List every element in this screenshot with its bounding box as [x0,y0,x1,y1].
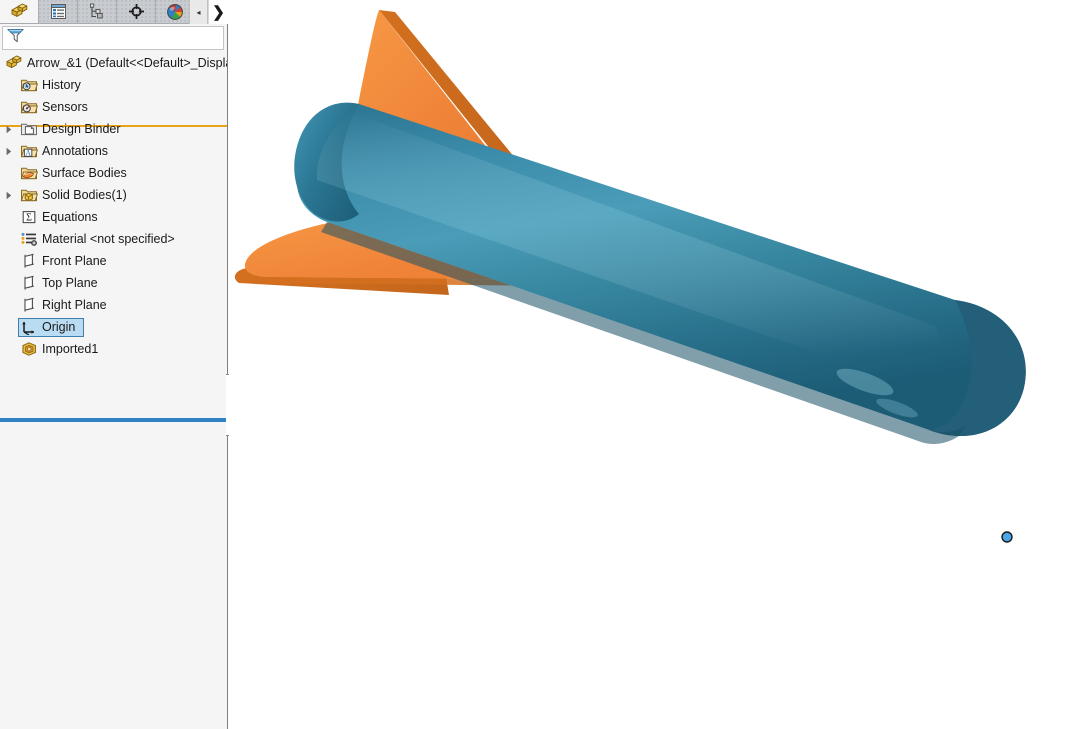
tree-item-history[interactable]: History [0,74,227,96]
plane-icon [19,253,39,269]
tree-item-label: Equations [42,210,98,224]
tree-item-label: Origin [42,320,76,334]
tree-item-equations[interactable]: Σ Equations [0,206,227,228]
yellow-blocks-icon [10,3,29,20]
tree-item-right-plane[interactable]: Right Plane [0,294,227,316]
tree-item-label: Right Plane [42,298,107,312]
material-icon [19,231,39,247]
tab-configuration-manager[interactable] [78,0,117,23]
crosshair-target-icon [128,3,145,20]
tree-item-origin[interactable]: Origin [0,316,227,338]
tree-item-material-not-specified[interactable]: Material <not specified> [0,228,227,250]
tree-item-content: Design Binder [18,120,126,139]
feature-manager-panel: ◂ ❯ Arrow_&1 (Default<<Default>_Displa H… [0,0,238,729]
tree-item-label: Material <not specified> [42,232,175,246]
graphics-viewport[interactable] [229,0,1078,729]
tree-item-label: Surface Bodies [42,166,127,180]
tree-item-label: Sensors [42,100,88,114]
tree-item-content: Sensors [18,98,93,117]
tree-root-label: Arrow_&1 (Default<<Default>_Displa [27,56,227,70]
tree-item-solid-bodies-1[interactable]: Solid Bodies(1) [0,184,227,206]
tree-item-content: Right Plane [18,296,112,315]
feature-tree: Arrow_&1 (Default<<Default>_Displa Histo… [0,52,227,422]
tree-item-content: Material <not specified> [18,230,180,249]
tree-item-content: History [18,76,86,95]
svg-text:Σ: Σ [26,212,32,223]
tree-item-imported1[interactable]: Imported1 [0,338,227,360]
tab-scroll-next-button[interactable]: ❯ [208,0,228,24]
solid-bodies-icon [19,187,39,203]
tree-item-label: History [42,78,81,92]
rollback-bar[interactable] [0,418,227,422]
history-folder-icon [19,77,39,93]
tree-filter-bar[interactable] [2,26,224,50]
rocket-arrow-3d-model [234,10,1026,543]
tree-rows-container: History Sensors Design Binder A Annotations S… [0,74,227,360]
svg-text:A: A [25,148,31,157]
plane-icon [19,297,39,313]
design-binder-icon [19,121,39,137]
tree-item-content: Solid Bodies(1) [18,186,132,205]
tree-item-content: Front Plane [18,252,112,271]
tree-item-front-plane[interactable]: Front Plane [0,250,227,272]
configuration-tree-icon [89,3,106,20]
origin-point-marker[interactable] [1001,531,1013,543]
tree-item-content: Top Plane [18,274,103,293]
tree-item-content: Imported1 [18,340,103,359]
expand-arrow-icon[interactable] [0,125,18,134]
tree-item-label: Top Plane [42,276,98,290]
tab-feature-manager[interactable] [0,0,39,23]
property-list-icon [50,3,67,20]
tab-scroll-controls: ◂ ❯ [189,0,228,24]
tree-item-content: Σ Equations [18,208,103,227]
annotations-folder-icon: A [19,143,39,159]
tree-item-label: Front Plane [42,254,107,268]
expand-arrow-icon[interactable] [0,191,18,200]
funnel-filter-icon [6,26,25,50]
tree-item-top-plane[interactable]: Top Plane [0,272,227,294]
sensors-folder-icon [19,99,39,115]
color-sphere-icon [166,3,184,21]
tree-item-surface-bodies[interactable]: Surface Bodies [0,162,227,184]
solidworks-window: ◂ ❯ Arrow_&1 (Default<<Default>_Displa H… [0,0,1078,729]
tree-item-content: A Annotations [18,142,113,161]
tree-item-content: Surface Bodies [18,164,132,183]
equations-icon: Σ [19,209,39,225]
expand-arrow-icon[interactable] [0,147,18,156]
origin-axes-icon [19,319,39,335]
tree-item-label: Solid Bodies(1) [42,188,127,202]
tree-item-content: Origin [18,317,85,337]
yellow-blocks-icon [4,55,24,71]
imported-body-icon [19,341,39,357]
tree-root-item[interactable]: Arrow_&1 (Default<<Default>_Displa [0,52,227,74]
tree-item-annotations[interactable]: A Annotations [0,140,227,162]
tab-property-manager[interactable] [39,0,78,23]
tree-item-design-binder[interactable]: Design Binder [0,118,227,140]
plane-icon [19,275,39,291]
tab-scroll-prev-button[interactable]: ◂ [189,0,208,24]
tree-item-label: Annotations [42,144,109,158]
tree-item-label: Design Binder [42,122,121,136]
tab-dimxpert-manager[interactable] [117,0,156,23]
tree-item-sensors[interactable]: Sensors [0,96,227,118]
tree-filter-input[interactable] [25,28,223,48]
manager-tab-strip: ◂ ❯ [0,0,228,24]
tree-item-label: Imported1 [42,342,99,356]
surface-bodies-icon [19,165,39,181]
